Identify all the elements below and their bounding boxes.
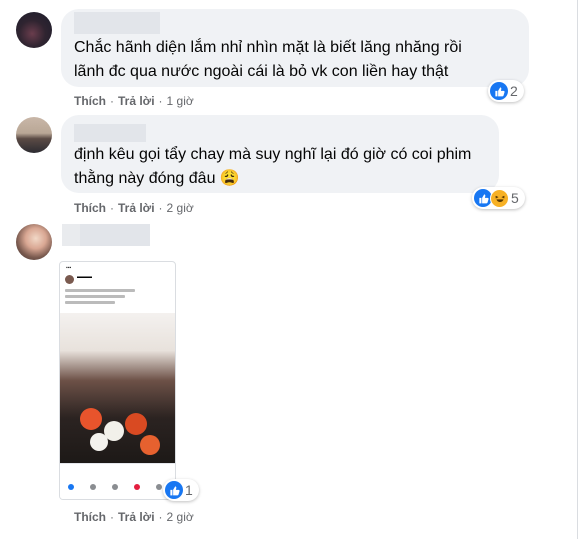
comment-text-line: định kêu gọi tẩy chay mà suy nghĩ lại đó…	[74, 146, 472, 163]
comment-bubble: Chắc hãnh diện lắm nhỉ nhìn mặt là biết …	[61, 9, 529, 87]
phone-status-bar: ▪▪▪	[66, 265, 72, 271]
reply-link[interactable]: Trả lời	[118, 201, 155, 215]
timestamp[interactable]: 2 giờ	[167, 201, 194, 215]
haha-icon	[490, 188, 509, 208]
comment-text-line: lãnh đc qua nước ngoài cái là bỏ vk con …	[74, 63, 449, 80]
comment-text-line: Chắc hãnh diện lắm nhỉ nhìn mặt là biết …	[74, 39, 462, 56]
reaction-count: 1	[185, 482, 193, 498]
comment-bubble: định kêu gọi tẩy chay mà suy nghĩ lại đó…	[61, 115, 499, 193]
couple-photo	[60, 313, 175, 463]
notification-icon	[134, 484, 140, 490]
timestamp[interactable]: 1 giờ	[167, 94, 194, 108]
reaction-summary[interactable]: 5	[472, 187, 525, 209]
reaction-count: 5	[511, 190, 519, 206]
photo-caption-line	[65, 289, 135, 292]
comment-actions: Thích · Trả lời · 1 giờ	[74, 94, 194, 108]
redacted-name	[80, 224, 150, 246]
reply-link[interactable]: Trả lời	[118, 94, 155, 108]
like-link[interactable]: Thích	[74, 94, 106, 108]
comment-text: định kêu gọi tẩy chay mà suy nghĩ lại đó…	[74, 143, 471, 191]
redacted-name	[74, 124, 146, 142]
menu-icon	[156, 484, 162, 490]
reaction-count: 2	[510, 83, 518, 99]
comment-text: Chắc hãnh diện lắm nhỉ nhìn mặt là biết …	[74, 36, 462, 84]
reply-link[interactable]: Trả lời	[118, 510, 155, 524]
timestamp[interactable]: 2 giờ	[167, 510, 194, 524]
attached-screenshot-photo[interactable]: ▪▪▪ ▬▬▬	[59, 261, 176, 500]
flower	[90, 433, 108, 451]
like-link[interactable]: Thích	[74, 510, 106, 524]
photo-caption-line	[65, 295, 125, 298]
redacted-name	[74, 12, 160, 34]
avatar[interactable]	[16, 224, 52, 260]
avatar[interactable]	[16, 117, 52, 153]
photo-poster-avatar	[65, 275, 74, 284]
reaction-summary[interactable]: 1	[163, 479, 199, 501]
comment-actions: Thích · Trả lời · 2 giờ	[74, 201, 194, 215]
photo-caption-line	[65, 301, 115, 304]
watch-icon	[90, 484, 96, 490]
like-link[interactable]: Thích	[74, 201, 106, 215]
comment-actions: Thích · Trả lời · 2 giờ	[74, 510, 194, 524]
photo-action-bar	[60, 463, 175, 499]
avatar[interactable]	[16, 12, 52, 48]
photo-poster-name: ▬▬▬	[77, 274, 92, 280]
like-icon	[490, 82, 508, 100]
home-icon	[68, 484, 74, 490]
flower	[140, 435, 160, 455]
feed-right-border	[577, 0, 578, 539]
comment-text-line: thằng này đóng đâu 😩	[74, 170, 240, 187]
marketplace-icon	[112, 484, 118, 490]
flower	[80, 408, 102, 430]
flower	[125, 413, 147, 435]
like-icon	[165, 481, 183, 499]
reaction-summary[interactable]: 2	[488, 80, 524, 102]
